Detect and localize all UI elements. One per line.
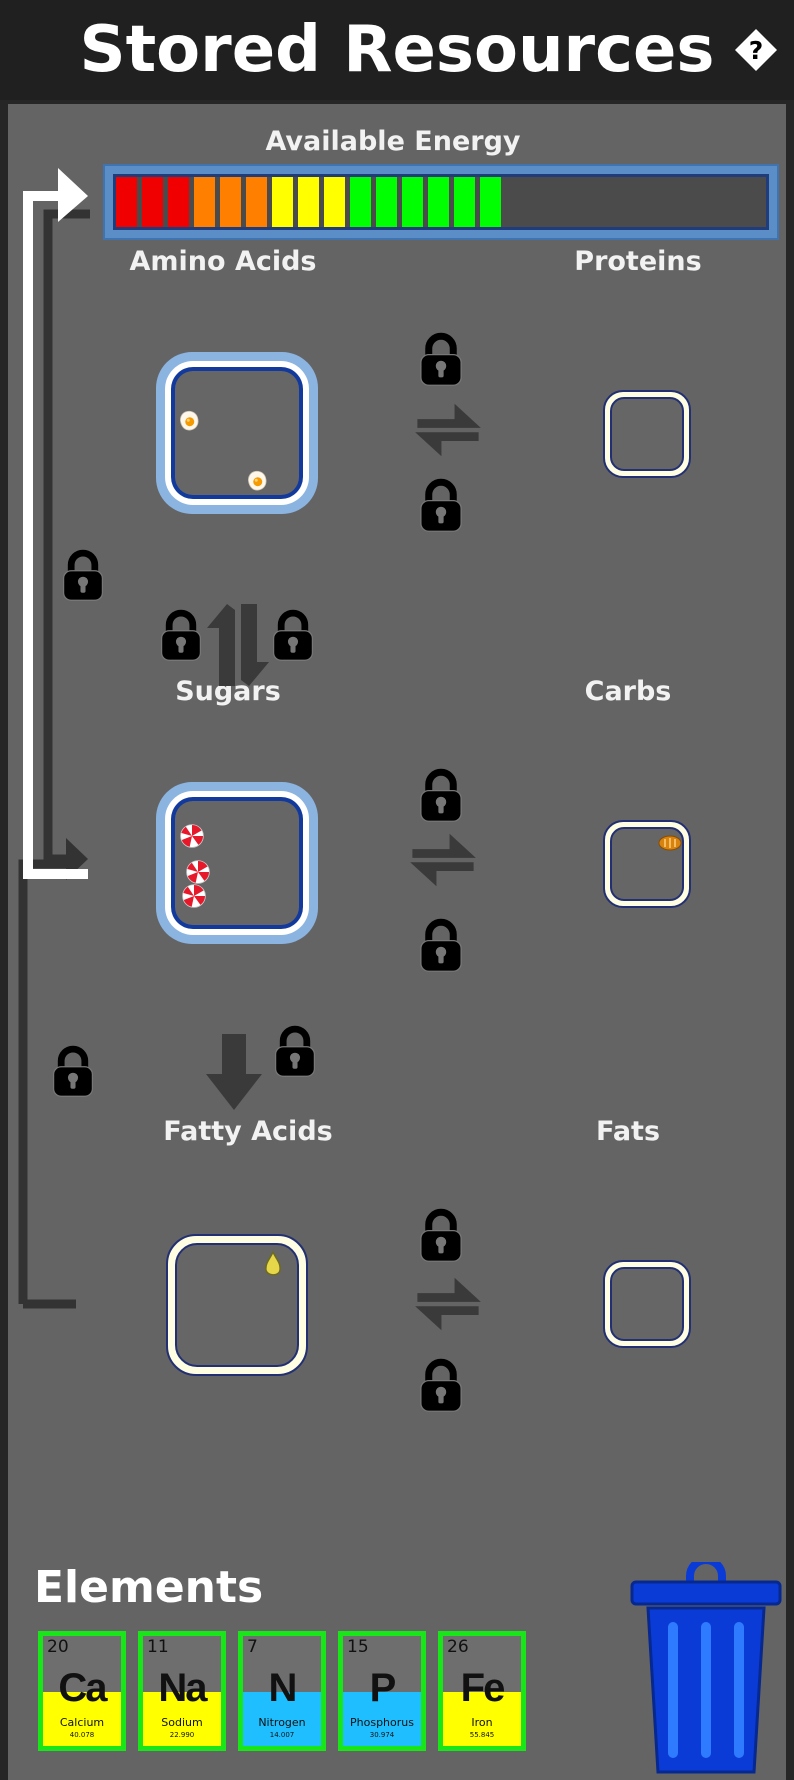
swap-arrows-icon[interactable] [408, 820, 478, 900]
element-name: Sodium [161, 1716, 203, 1729]
energy-label: Available Energy [265, 126, 521, 157]
element-symbol: P [369, 1666, 397, 1710]
element-card-p[interactable]: 15 P Phosphorus 30.974 [338, 1631, 426, 1751]
energy-segment [220, 177, 241, 227]
element-symbol: Fe [460, 1666, 506, 1710]
element-mass: 55.845 [469, 1731, 495, 1739]
element-mass: 40.078 [69, 1731, 95, 1739]
energy-segment [480, 177, 501, 227]
element-symbol: Na [158, 1666, 207, 1710]
peppermint-candy-icon [179, 823, 205, 849]
energy-segment [454, 177, 475, 227]
energy-segment [428, 177, 449, 227]
egg-icon [245, 469, 269, 493]
trash-can-icon[interactable] [630, 1562, 782, 1776]
element-name: Nitrogen [258, 1716, 306, 1729]
padlock-icon [413, 910, 469, 980]
energy-segment [116, 177, 137, 227]
energy-segment [246, 177, 267, 227]
amino-acids-label: Amino Acids [129, 246, 317, 277]
padlock-icon [413, 324, 469, 394]
peppermint-candy-icon [185, 859, 211, 885]
energy-segment [272, 177, 293, 227]
energy-segment [324, 177, 345, 227]
padlock-icon [413, 1350, 469, 1420]
resource-panel: Available Energy Amino Acids Proteins Su… [8, 104, 786, 1780]
element-mass: 22.990 [169, 1731, 195, 1739]
fats-label: Fats [595, 1116, 661, 1147]
swap-arrows-icon[interactable] [413, 390, 483, 470]
pipeline-connectors [18, 168, 90, 1309]
energy-bar [103, 164, 779, 240]
padlock-icon [154, 600, 208, 670]
element-number: 15 [347, 1637, 369, 1657]
padlock-icon [413, 760, 469, 830]
padlock-icon [268, 1016, 322, 1086]
fats-slot[interactable] [603, 1260, 691, 1348]
oil-drop-icon [265, 1251, 281, 1276]
element-mass: 30.974 [369, 1731, 395, 1739]
element-number: 26 [447, 1637, 469, 1657]
element-card-n[interactable]: 7 N Nitrogen 14.007 [238, 1631, 326, 1751]
proteins-label: Proteins [574, 246, 702, 277]
element-card-na[interactable]: 11 Na Sodium 22.990 [138, 1631, 226, 1751]
padlock-icon [413, 470, 469, 540]
padlock-icon [413, 1200, 469, 1270]
energy-segment [298, 177, 319, 227]
padlock-icon [56, 540, 110, 610]
padlock-icon [46, 1036, 100, 1106]
element-number: 7 [247, 1637, 258, 1657]
element-name: Phosphorus [350, 1716, 414, 1729]
fatty-acids-label: Fatty Acids [163, 1116, 333, 1147]
element-number: 11 [147, 1637, 169, 1657]
energy-segment [142, 177, 163, 227]
element-name: Calcium [59, 1716, 105, 1729]
bread-icon [658, 835, 682, 851]
element-mass: 14.007 [269, 1731, 295, 1739]
element-number: 20 [47, 1637, 69, 1657]
element-card-fe[interactable]: 26 Fe Iron 55.845 [438, 1631, 526, 1751]
header-bar: Stored Resources ? [0, 0, 794, 100]
element-name: Iron [471, 1716, 493, 1729]
swap-arrows-icon[interactable] [413, 1264, 483, 1344]
question-diamond-icon[interactable]: ? [733, 27, 779, 73]
fatty-acids-slot[interactable] [166, 1234, 308, 1376]
carbs-label: Carbs [584, 676, 672, 707]
proteins-slot[interactable] [603, 390, 691, 478]
down-arrow-icon[interactable] [206, 1034, 262, 1110]
sugars-slot[interactable] [156, 782, 318, 944]
element-symbol: N [268, 1666, 298, 1710]
energy-segment [402, 177, 423, 227]
page-title: Stored Resources [79, 13, 715, 87]
element-symbol: Ca [58, 1666, 107, 1710]
energy-track [113, 174, 769, 230]
energy-segment [376, 177, 397, 227]
svg-text:?: ? [749, 36, 764, 65]
energy-segment [194, 177, 215, 227]
carbs-slot[interactable] [603, 820, 691, 908]
peppermint-candy-icon [181, 883, 207, 909]
amino-acids-slot[interactable] [156, 352, 318, 514]
energy-segment [350, 177, 371, 227]
elements-title: Elements [34, 1562, 264, 1613]
up-down-arrows-icon[interactable] [203, 604, 273, 686]
egg-icon [177, 409, 201, 433]
element-card-ca[interactable]: 20 Ca Calcium 40.078 [38, 1631, 126, 1751]
padlock-icon [266, 600, 320, 670]
energy-segment [168, 177, 189, 227]
